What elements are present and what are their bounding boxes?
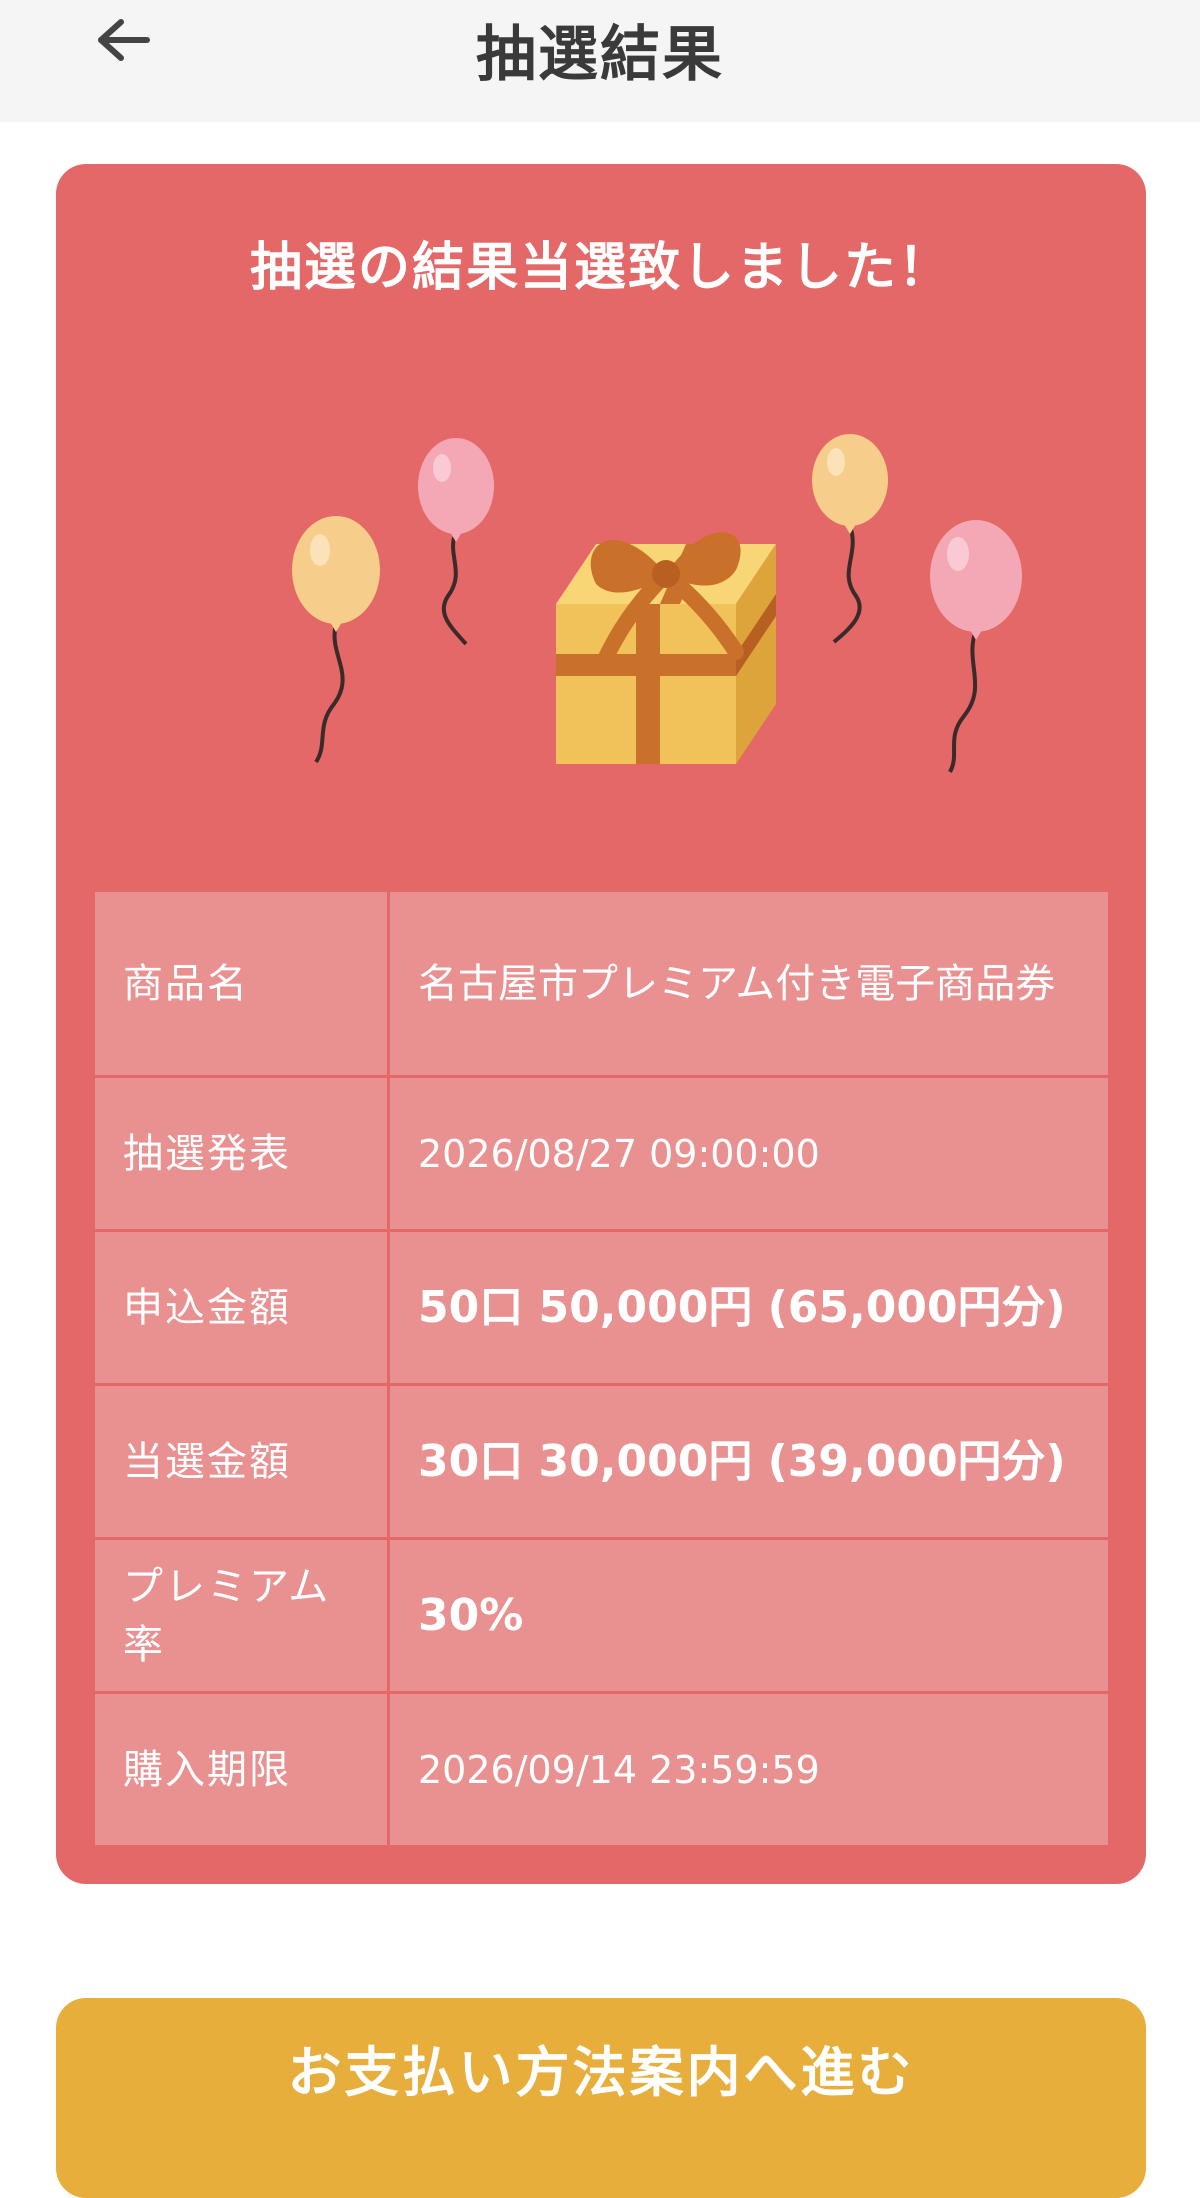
winning-amount-value: 30口 30,000円 (39,000円分) xyxy=(387,1383,1111,1540)
balloon-icon xyxy=(930,520,1022,773)
balloon-icon xyxy=(418,438,494,646)
gift-box-icon xyxy=(556,532,776,764)
table-row: 申込金額 50口 50,000円 (65,000円分) xyxy=(92,1229,1111,1386)
result-details-table: 商品名 名古屋市プレミアム付き電子商品券 抽選発表 2026/08/27 09:… xyxy=(92,889,1111,1848)
celebration-illustration xyxy=(216,404,1036,924)
premium-rate-value: 30% xyxy=(387,1537,1111,1694)
balloon-icon xyxy=(812,434,888,644)
table-row: 抽選発表 2026/08/27 09:00:00 xyxy=(92,1075,1111,1232)
winning-amount-label: 当選金額 xyxy=(92,1383,390,1540)
product-name-value: 名古屋市プレミアム付き電子商品券 xyxy=(387,889,1111,1078)
premium-rate-label: プレミアム率 xyxy=(92,1537,390,1694)
purchase-deadline-value: 2026/09/14 23:59:59 xyxy=(387,1691,1111,1848)
balloon-icon xyxy=(292,516,380,764)
table-row: 商品名 名古屋市プレミアム付き電子商品券 xyxy=(92,889,1111,1078)
lottery-result-card: 抽選の結果当選致しました！ 商品名 名古屋市プレミアム付き電子商品券 抽選発表 … xyxy=(56,164,1146,1884)
announcement-date-label: 抽選発表 xyxy=(92,1075,390,1232)
result-heading: 抽選の結果当選致しました！ xyxy=(249,238,952,298)
page-title: 抽選結果 xyxy=(476,20,724,90)
applied-amount-value: 50口 50,000円 (65,000円分) xyxy=(387,1229,1111,1386)
table-row: 購入期限 2026/09/14 23:59:59 xyxy=(92,1691,1111,1848)
table-row: プレミアム率 30% xyxy=(92,1537,1111,1694)
product-name-label: 商品名 xyxy=(92,889,390,1078)
purchase-deadline-label: 購入期限 xyxy=(92,1691,390,1848)
table-row: 当選金額 30口 30,000円 (39,000円分) xyxy=(92,1383,1111,1540)
app-header: 抽選結果 xyxy=(0,0,1200,122)
applied-amount-label: 申込金額 xyxy=(92,1229,390,1386)
announcement-date-value: 2026/08/27 09:00:00 xyxy=(387,1075,1111,1232)
proceed-to-payment-button[interactable]: お支払い方法案内へ進む xyxy=(56,1998,1146,2198)
